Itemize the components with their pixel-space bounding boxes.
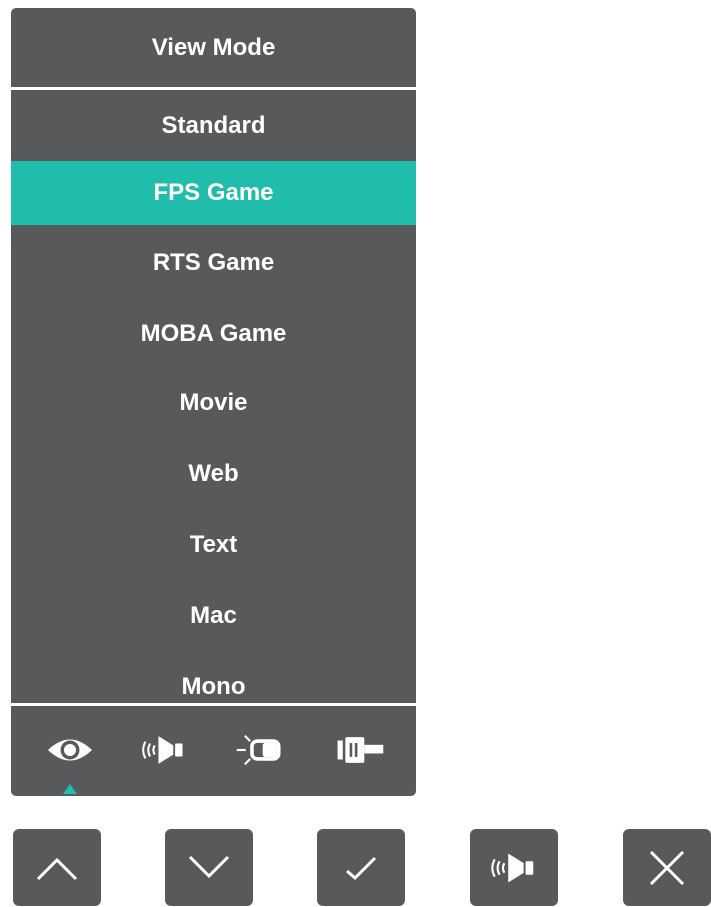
chevron-down-icon xyxy=(188,855,230,878)
brightness-icon xyxy=(236,734,281,766)
menu-item-standard[interactable]: Standard xyxy=(11,91,416,161)
osd-toolbar xyxy=(11,708,416,796)
menu-title: View Mode xyxy=(151,34,276,61)
menu-item-fps-game[interactable]: FPS Game xyxy=(11,161,416,225)
speaker-icon xyxy=(491,853,534,882)
exit-button[interactable] xyxy=(623,829,711,906)
divider xyxy=(11,703,416,706)
close-icon xyxy=(649,850,685,885)
menu-item-mac[interactable]: Mac xyxy=(11,580,416,651)
menu-item-movie[interactable]: Movie xyxy=(11,367,416,439)
menu-item-rts-game[interactable]: RTS Game xyxy=(11,225,416,301)
tool-view-mode[interactable] xyxy=(45,730,95,770)
audio-button[interactable] xyxy=(470,829,558,906)
osd-menu-panel: View Mode Standard FPS Game RTS Game MOB… xyxy=(11,8,416,796)
chevron-up-icon xyxy=(36,857,78,880)
menu-item-moba-game[interactable]: MOBA Game xyxy=(11,301,416,367)
checkmark-icon xyxy=(346,856,377,880)
tool-audio[interactable] xyxy=(139,730,189,770)
confirm-button[interactable] xyxy=(317,829,405,906)
active-tab-indicator xyxy=(63,784,77,794)
view-mode-list: Standard FPS Game RTS Game MOBA Game Mov… xyxy=(11,91,416,722)
divider xyxy=(11,87,416,90)
eye-icon xyxy=(48,739,92,761)
down-button[interactable] xyxy=(165,829,253,906)
speaker-icon xyxy=(142,736,183,764)
menu-item-text[interactable]: Text xyxy=(11,509,416,580)
menu-item-web[interactable]: Web xyxy=(11,439,416,509)
tool-input-source[interactable] xyxy=(335,730,385,770)
input-source-icon xyxy=(337,737,384,763)
up-button[interactable] xyxy=(13,829,101,906)
tool-brightness[interactable] xyxy=(235,730,285,770)
